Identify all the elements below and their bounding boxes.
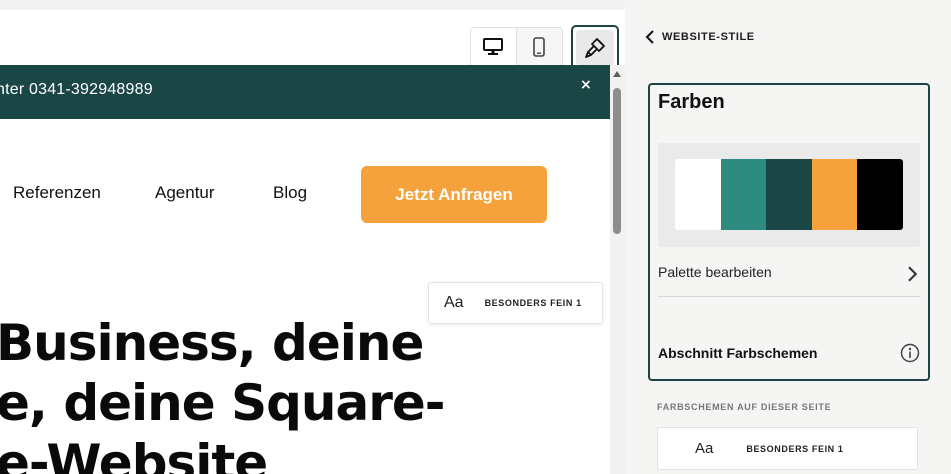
website-frame: nter 0341-392948989 × Referenzen Agentur… <box>0 65 610 474</box>
palette-swatches <box>675 159 903 230</box>
colors-section: Farben Palette bearbeiten Abschnitt Farb… <box>648 83 930 381</box>
edit-palette-label: Palette bearbeiten <box>658 264 772 280</box>
preview-scrollbar[interactable] <box>610 65 625 474</box>
preview-toolbar <box>0 10 625 70</box>
top-strip <box>0 0 625 10</box>
palette-swatch-4 <box>811 159 858 230</box>
edit-palette-row[interactable]: Palette bearbeiten <box>658 257 920 297</box>
section-color-schemes-label: Abschnitt Farbschemen <box>658 345 818 361</box>
desktop-view-button[interactable] <box>471 28 517 66</box>
font-style-tag[interactable]: Aa BESONDERS FEIN 1 <box>428 282 603 324</box>
paintbrush-icon <box>585 37 605 58</box>
scheme-font-sample: Aa <box>695 440 714 457</box>
back-to-website-styles[interactable]: WEBSITE-STILE <box>645 28 755 46</box>
colors-title: Farben <box>658 91 725 113</box>
font-style-name: BESONDERS FEIN 1 <box>484 298 582 308</box>
announcement-bar[interactable]: nter 0341-392948989 × <box>0 65 610 119</box>
palette-swatch-2 <box>720 159 767 230</box>
site-styles-panel: WEBSITE-STILE Farben Palette bearbeiten … <box>625 0 951 474</box>
scroll-up-arrow-icon[interactable] <box>613 71 621 77</box>
nav-link-blog[interactable]: Blog <box>273 183 307 203</box>
cta-button[interactable]: Jetzt Anfragen <box>361 166 547 223</box>
color-scheme-card[interactable]: Aa BESONDERS FEIN 1 <box>657 427 918 470</box>
info-icon[interactable] <box>900 343 920 363</box>
scrollbar-thumb[interactable] <box>613 88 621 234</box>
palette-swatch-3 <box>766 159 812 230</box>
announcement-close-icon[interactable]: × <box>580 77 592 93</box>
section-color-schemes-row[interactable]: Abschnitt Farbschemen <box>658 343 920 363</box>
mobile-phone-icon <box>533 37 546 57</box>
nav-link-agentur[interactable]: Agentur <box>155 183 215 203</box>
back-label: WEBSITE-STILE <box>662 31 755 43</box>
hero-heading-line-1: Business, deine <box>0 314 424 372</box>
font-sample: Aa <box>444 294 464 311</box>
site-styles-button[interactable] <box>571 25 619 70</box>
nav-link-referenzen[interactable]: Referenzen <box>13 183 101 203</box>
hero-heading-line-3: e-Website <box>0 434 268 474</box>
chevron-left-icon <box>645 30 654 44</box>
site-preview: nter 0341-392948989 × Referenzen Agentur… <box>0 0 625 474</box>
palette-swatch-1 <box>675 159 721 230</box>
color-palette-preview[interactable] <box>658 143 920 247</box>
desktop-monitor-icon <box>483 38 504 55</box>
page-color-schemes-heading: FARBSCHEMEN AUF DIESER SEITE <box>657 402 832 412</box>
hero-heading-line-2: e, deine Square- <box>0 374 446 432</box>
mobile-view-button[interactable] <box>517 28 563 66</box>
device-view-toggle <box>470 27 563 67</box>
palette-swatch-5 <box>857 159 903 230</box>
announcement-text: nter 0341-392948989 <box>0 81 153 98</box>
chevron-right-icon <box>908 266 918 282</box>
scheme-name: BESONDERS FEIN 1 <box>746 443 844 454</box>
